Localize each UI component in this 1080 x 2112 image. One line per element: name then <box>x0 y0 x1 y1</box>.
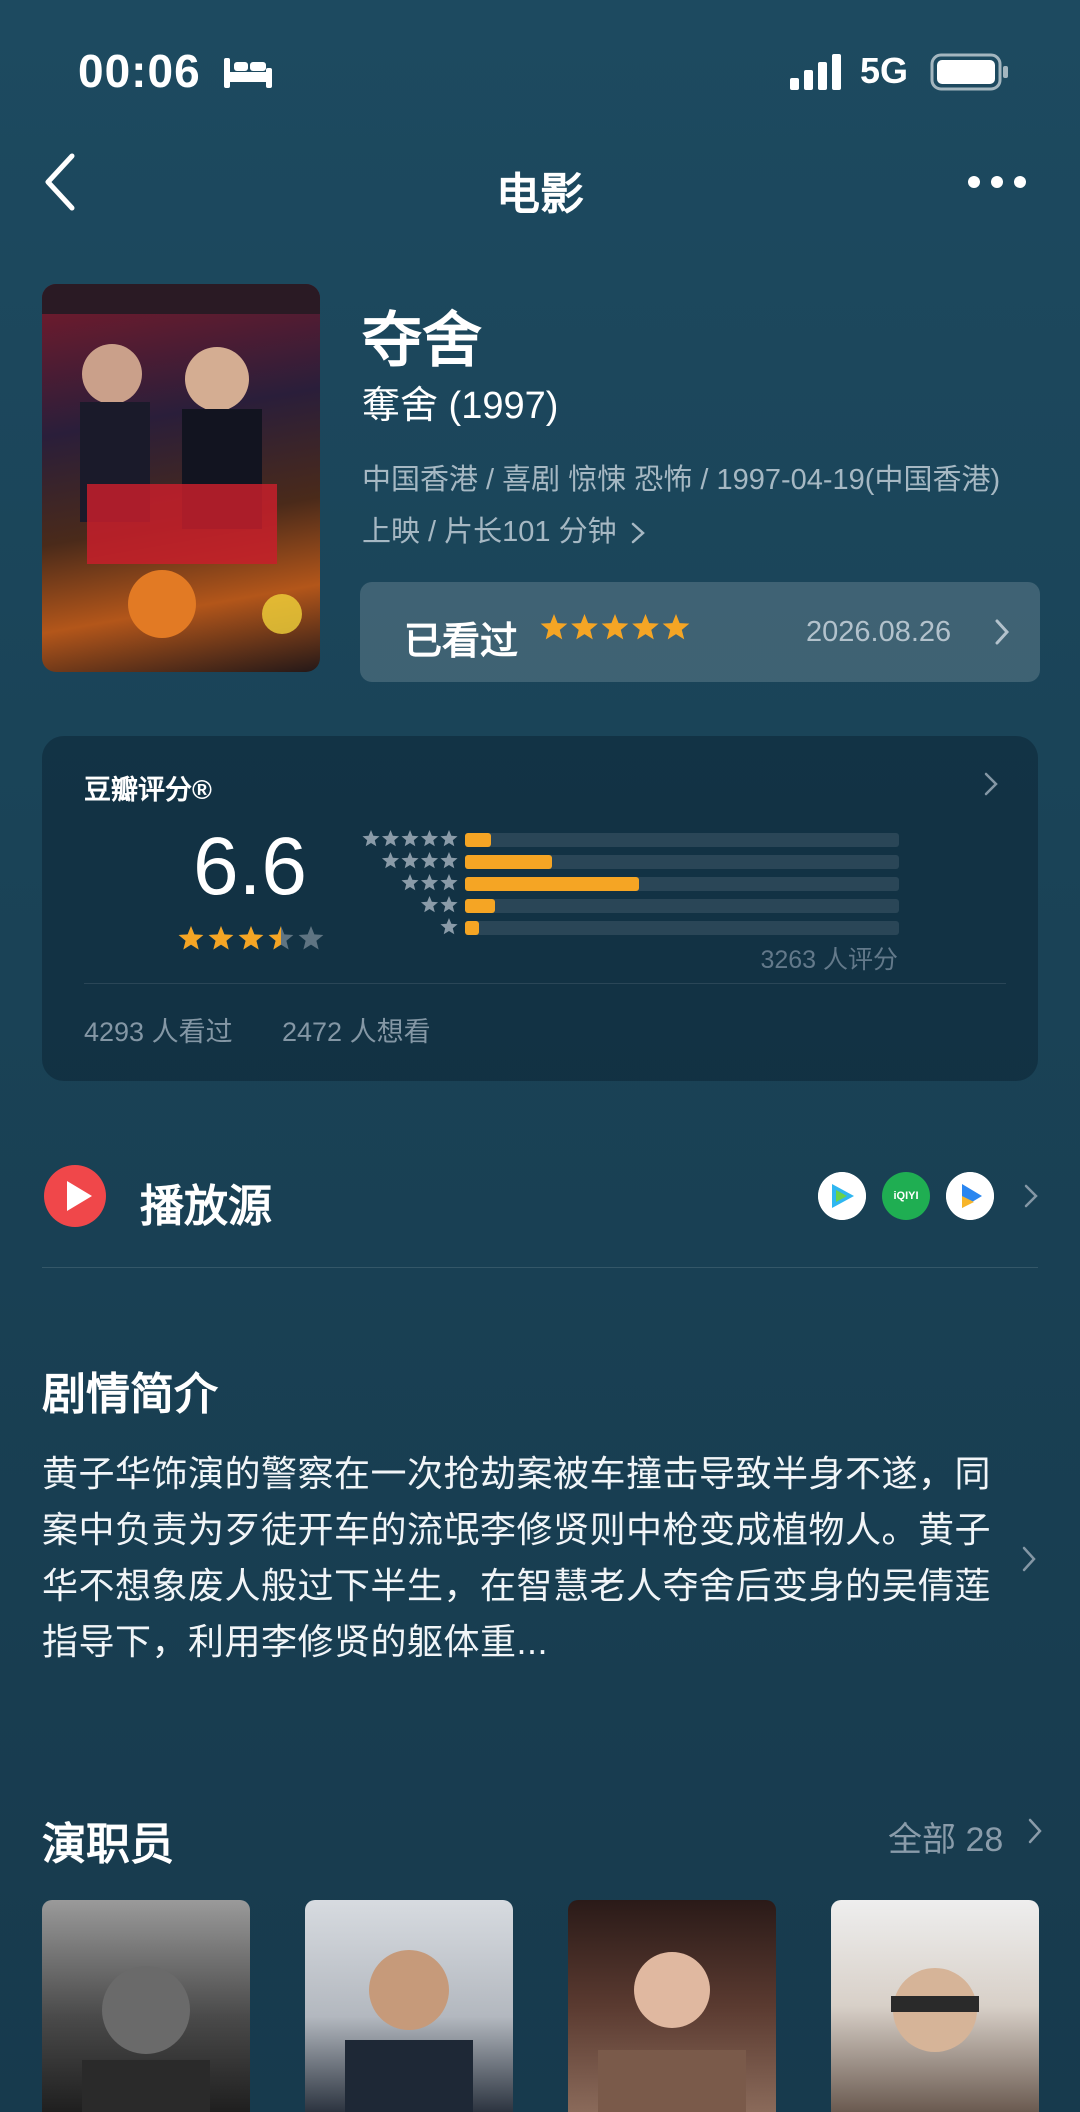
chevron-right-icon <box>631 523 645 544</box>
movie-original-title: 奪舍 (1997) <box>362 385 559 427</box>
iqiyi-icon[interactable]: iQIYI <box>882 1172 930 1220</box>
youku-icon[interactable] <box>946 1172 994 1220</box>
cast-photo[interactable] <box>831 1900 1039 2112</box>
distribution-star-labels <box>362 830 458 935</box>
star-icon <box>440 852 458 869</box>
star-icon <box>298 926 324 950</box>
signal-icon <box>790 54 841 90</box>
rating-stars <box>178 926 324 950</box>
star-icon <box>208 926 234 950</box>
movie-meta[interactable]: 中国香港 / 喜剧 惊悚 恐怖 / 1997-04-19(中国香港) 上映 / … <box>362 454 1022 558</box>
network-label: 5G <box>860 50 909 91</box>
rating-divider <box>84 983 1006 984</box>
distribution-bar-1 <box>465 921 479 935</box>
distribution-track-2 <box>465 899 899 913</box>
star-icon <box>662 614 690 640</box>
chevron-right-icon <box>1022 1546 1036 1572</box>
movie-title: 夺舍 <box>362 307 482 374</box>
play-source-divider <box>42 1267 1038 1268</box>
rating-title: 豆瓣评分® <box>84 775 212 805</box>
page-title: 电影 <box>496 170 584 219</box>
watched-count[interactable]: 4293 人看过 <box>84 1010 233 1049</box>
chevron-right-icon <box>995 619 1010 645</box>
star-icon <box>381 830 400 847</box>
star-icon <box>381 852 400 869</box>
cast-photo[interactable] <box>42 1900 250 2112</box>
cast-all-link[interactable]: 全部 28 <box>888 1812 1003 1861</box>
star-icon <box>540 614 568 640</box>
movie-meta-text: 中国香港 / 喜剧 惊悚 恐怖 / 1997-04-19(中国香港) 上映 / … <box>362 464 1001 548</box>
battery-icon <box>930 53 1008 91</box>
star-icon <box>362 830 380 847</box>
chevron-right-icon <box>984 772 998 796</box>
star-icon <box>420 874 439 891</box>
star-icon <box>178 926 204 950</box>
rating-count: 3263 人评分 <box>760 946 898 974</box>
star-icon <box>440 830 458 847</box>
star-icon <box>420 830 439 847</box>
star-icon <box>420 896 439 913</box>
distribution-track-1 <box>465 921 899 935</box>
watched-date: 2026.08.26 <box>806 616 952 648</box>
more-icon[interactable] <box>966 170 1028 194</box>
star-icon <box>420 852 439 869</box>
cast-title: 演职员 <box>42 1820 174 1869</box>
star-icon <box>401 852 419 869</box>
status-time: 00:06 <box>78 45 201 97</box>
chevron-right-icon <box>1028 1818 1042 1844</box>
cast-photo[interactable] <box>568 1900 776 2112</box>
rating-score: 6.6 <box>193 821 307 912</box>
star-icon <box>601 614 629 640</box>
play-icon[interactable] <box>44 1165 106 1227</box>
synopsis-title: 剧情简介 <box>42 1370 218 1419</box>
want-count[interactable]: 2472 人想看 <box>282 1010 431 1049</box>
distribution-bar-4 <box>465 855 552 869</box>
play-source-label[interactable]: 播放源 <box>140 1170 272 1234</box>
star-icon <box>440 874 458 891</box>
star-icon <box>440 896 458 913</box>
distribution-bar-3 <box>465 877 639 891</box>
watched-stars <box>540 614 690 640</box>
movie-poster[interactable] <box>42 284 320 672</box>
star-icon <box>401 830 419 847</box>
chevron-right-icon <box>1024 1184 1038 1208</box>
star-icon <box>571 614 598 640</box>
distribution-bar-5 <box>465 833 492 847</box>
star-icon <box>632 614 659 640</box>
distribution-bar-2 <box>465 899 496 913</box>
bed-icon <box>224 58 272 88</box>
star-icon <box>238 926 264 950</box>
cast-photo[interactable] <box>305 1900 513 2112</box>
watched-label: 已看过 <box>404 621 519 663</box>
distribution-track-5 <box>465 833 899 847</box>
synopsis-text[interactable]: 黄子华饰演的警察在一次抢劫案被车撞击导致半身不遂，同案中负责为歹徒开车的流氓李修… <box>42 1446 994 1670</box>
star-icon <box>440 918 458 935</box>
star-icon <box>401 874 419 891</box>
tencent-video-icon[interactable] <box>818 1172 866 1220</box>
